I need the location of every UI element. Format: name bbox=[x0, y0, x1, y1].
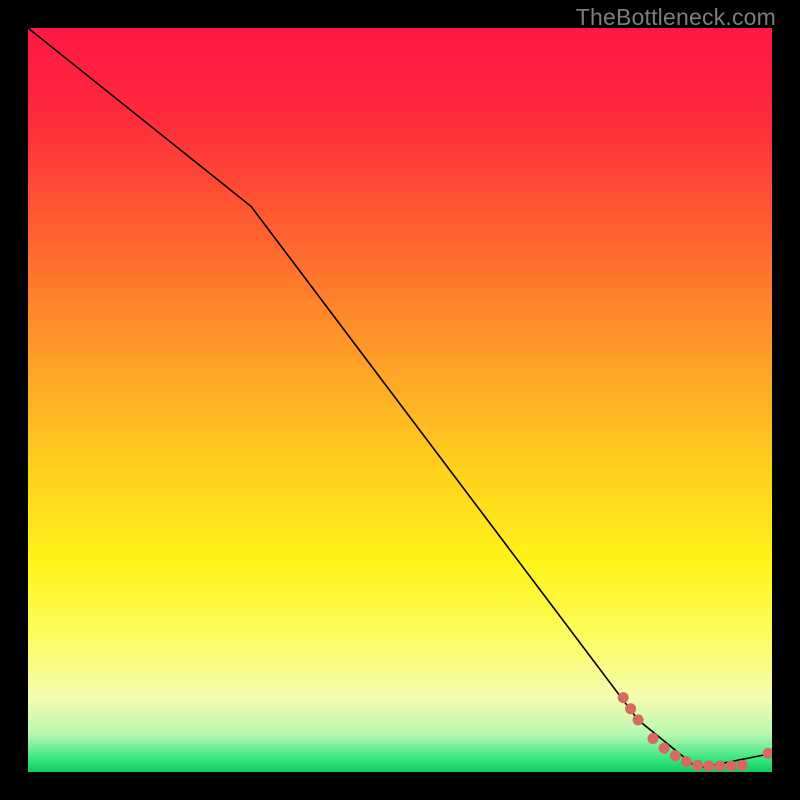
marker-dot bbox=[647, 733, 658, 744]
watermark-label: TheBottleneck.com bbox=[576, 4, 776, 31]
gradient-background bbox=[28, 28, 772, 772]
marker-dot bbox=[714, 761, 725, 772]
marker-dot bbox=[703, 761, 714, 772]
marker-dot bbox=[726, 761, 737, 772]
chart-container: TheBottleneck.com bbox=[0, 0, 800, 800]
marker-dot bbox=[618, 692, 629, 703]
marker-dot bbox=[670, 750, 681, 761]
marker-dot bbox=[737, 760, 748, 771]
marker-dot bbox=[659, 743, 670, 754]
marker-dot bbox=[692, 760, 703, 771]
marker-dot bbox=[681, 756, 692, 767]
marker-dot bbox=[763, 748, 774, 759]
bottleneck-chart bbox=[0, 0, 800, 800]
marker-dot bbox=[633, 714, 644, 725]
marker-dot bbox=[625, 703, 636, 714]
